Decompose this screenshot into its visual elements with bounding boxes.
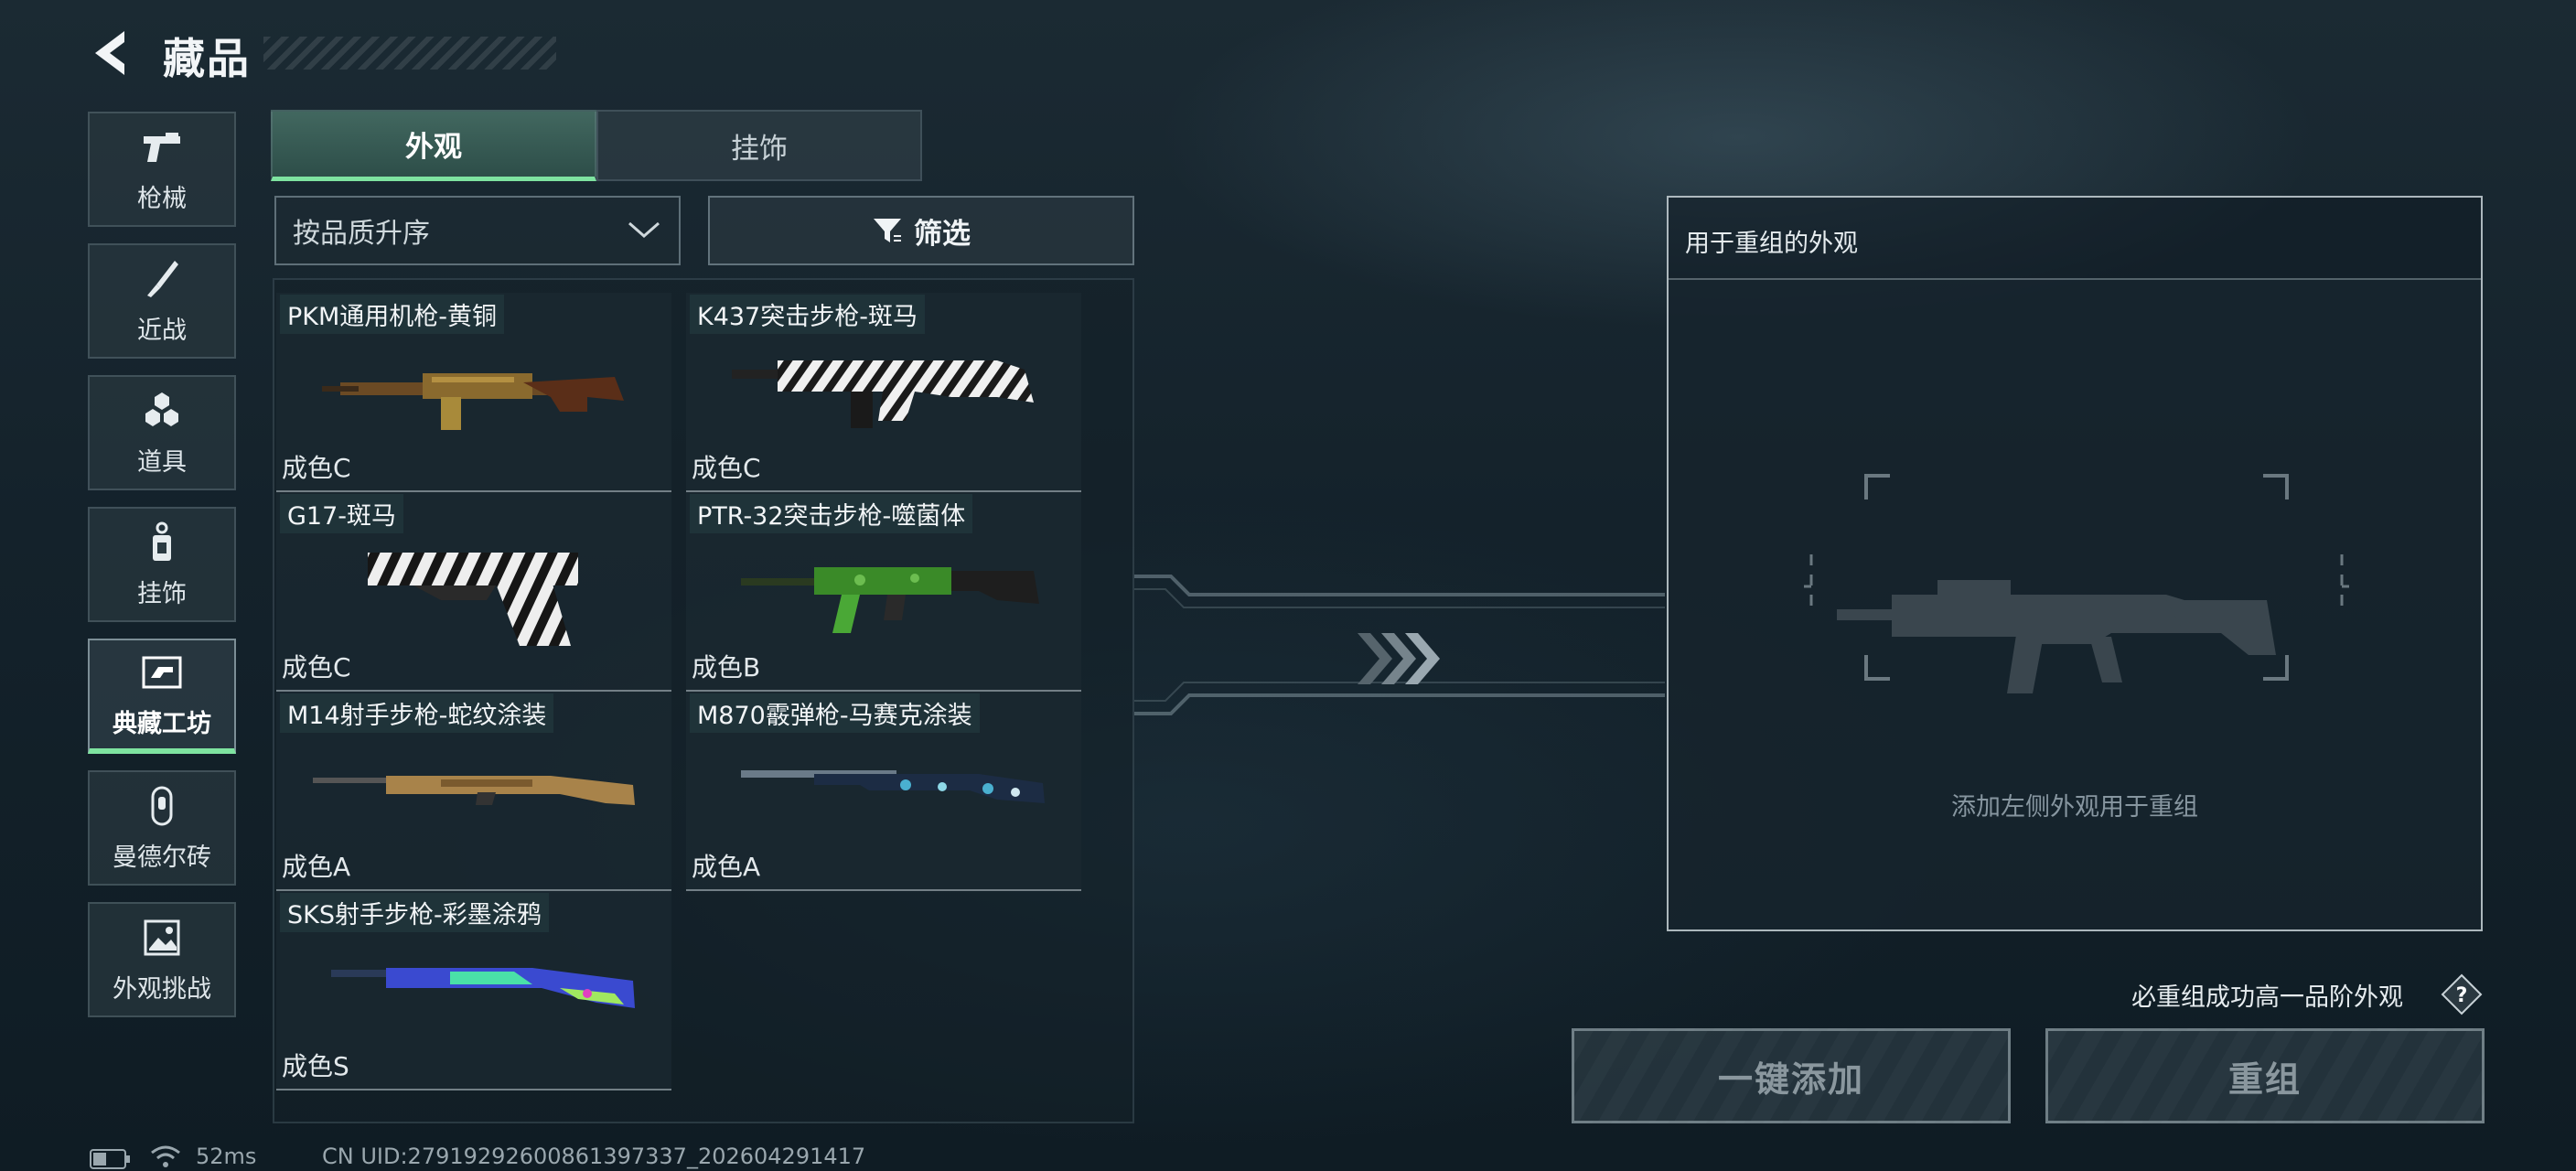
- item-card-m870[interactable]: M870霰弹枪-马赛克涂装 成色A: [686, 692, 1081, 891]
- sidebar-item-firearms[interactable]: 枪械: [88, 112, 236, 227]
- recombine-button[interactable]: 重组: [2045, 1028, 2485, 1123]
- help-icon[interactable]: ?: [2441, 973, 2483, 1015]
- tab-charms[interactable]: 挂饰: [596, 110, 922, 181]
- recombine-panel: 用于重组的外观 添加左侧外观用于重组: [1667, 196, 2483, 931]
- pistol-icon: [144, 132, 180, 162]
- mandel-brick-icon: [151, 786, 173, 825]
- item-card-sks[interactable]: SKS射手步枪-彩墨涂鸦 成色S: [276, 891, 671, 1090]
- battery-icon: [90, 1149, 130, 1169]
- m870-shotgun-image: [741, 770, 1045, 803]
- item-name: M14射手步枪-蛇纹涂装: [280, 693, 554, 733]
- ptr32-rifle-image: [741, 567, 1039, 633]
- workshop-icon: [142, 656, 182, 688]
- title-decoration: [263, 37, 556, 70]
- item-name: G17-斑马: [280, 494, 404, 533]
- grenades-icon: [145, 392, 178, 426]
- sidebar-item-melee[interactable]: 近战: [88, 243, 236, 359]
- sidebar-item-label: 外观挑战: [113, 974, 211, 1004]
- item-name: PTR-32突击步枪-噬菌体: [690, 494, 973, 533]
- button-label: 重组: [2227, 1058, 2302, 1100]
- item-grade: 成色A: [692, 852, 761, 882]
- item-card-ptr32[interactable]: PTR-32突击步枪-噬菌体 成色B: [686, 492, 1081, 692]
- sidebar-item-charms[interactable]: 挂饰: [88, 507, 236, 622]
- item-card-pkm[interactable]: PKM通用机枪-黄铜 成色C: [276, 293, 671, 492]
- tab-appearance[interactable]: 外观: [271, 110, 596, 181]
- right-bracket: [2340, 554, 2349, 606]
- back-arrow-icon[interactable]: [88, 27, 139, 79]
- latency: 52ms: [196, 1144, 257, 1169]
- recombine-drop-area[interactable]: 添加左侧外观用于重组: [1669, 280, 2481, 929]
- sort-value: 按品质升序: [293, 218, 430, 250]
- sidebar-item-label: 近战: [137, 316, 187, 345]
- sidebar-item-label: 挂饰: [137, 579, 187, 608]
- wifi-icon: [151, 1145, 180, 1167]
- g17-pistol-image: [368, 553, 578, 646]
- item-name: PKM通用机枪-黄铜: [280, 295, 505, 334]
- knife-icon: [147, 260, 178, 297]
- item-grade: 成色A: [282, 852, 351, 882]
- svg-text:?: ?: [2456, 984, 2468, 1007]
- button-label: 一键添加: [1717, 1058, 1864, 1100]
- empty-hint: 添加左侧外观用于重组: [1951, 793, 2198, 822]
- item-grade: 成色C: [282, 453, 351, 483]
- item-card-m14[interactable]: M14射手步枪-蛇纹涂装 成色A: [276, 692, 671, 891]
- left-bracket: [1804, 554, 1813, 606]
- panel-title: 用于重组的外观: [1685, 230, 1858, 258]
- sidebar-item-appearance-challenge[interactable]: 外观挑战: [88, 902, 236, 1017]
- guarantee-note: 必重组成功高一品阶外观: [2131, 983, 2403, 1012]
- m14-rifle-image: [313, 776, 635, 805]
- pkm-machine-gun-image: [322, 373, 624, 430]
- item-grade: 成色S: [282, 1051, 349, 1081]
- sidebar-item-label: 道具: [137, 447, 187, 477]
- item-name: K437突击步枪-斑马: [690, 295, 925, 334]
- item-grade: 成色B: [692, 652, 761, 682]
- chevron-right-icon: [1358, 633, 1440, 684]
- page-title: 藏品: [163, 34, 251, 83]
- item-card-k437[interactable]: K437突击步枪-斑马 成色C: [686, 293, 1081, 492]
- sidebar-item-label: 典藏工坊: [113, 709, 211, 738]
- sidebar-item-label: 曼德尔砖: [113, 843, 211, 872]
- item-grid: PKM通用机枪-黄铜 成色C K437突击步枪-斑马 成色C G17-斑马 成色…: [273, 278, 1134, 1123]
- filter-label: 筛选: [914, 217, 971, 251]
- sks-rifle-image: [331, 968, 635, 1008]
- one-click-add-button[interactable]: 一键添加: [1572, 1028, 2011, 1123]
- k437-rifle-image: [732, 360, 1034, 428]
- sidebar-item-mandel-brick[interactable]: 曼德尔砖: [88, 770, 236, 886]
- panel-header: 用于重组的外观: [1669, 198, 2481, 280]
- item-name: SKS射手步枪-彩墨涂鸦: [280, 893, 549, 932]
- filter-button[interactable]: 筛选: [708, 196, 1134, 265]
- challenge-icon: [144, 919, 180, 955]
- sidebar-item-equipment[interactable]: 道具: [88, 375, 236, 490]
- charm-icon: [153, 521, 171, 561]
- item-grade: 成色C: [282, 652, 351, 682]
- item-name: M870霰弹枪-马赛克涂装: [690, 693, 980, 733]
- sidebar-item-collection-workshop[interactable]: 典藏工坊: [88, 639, 236, 754]
- tab-bar: 外观 挂饰: [271, 110, 922, 181]
- filter-icon: [874, 219, 901, 242]
- placeholder-rifle-icon: [1837, 580, 2276, 693]
- sidebar-item-label: 枪械: [137, 184, 187, 213]
- item-card-g17[interactable]: G17-斑马 成色C: [276, 492, 671, 692]
- user-uid: CN UID:27919292600861397337_202604291417: [322, 1144, 866, 1169]
- item-grade: 成色C: [692, 453, 761, 483]
- chevron-down-icon: [628, 221, 660, 238]
- sort-dropdown[interactable]: 按品质升序: [274, 196, 681, 265]
